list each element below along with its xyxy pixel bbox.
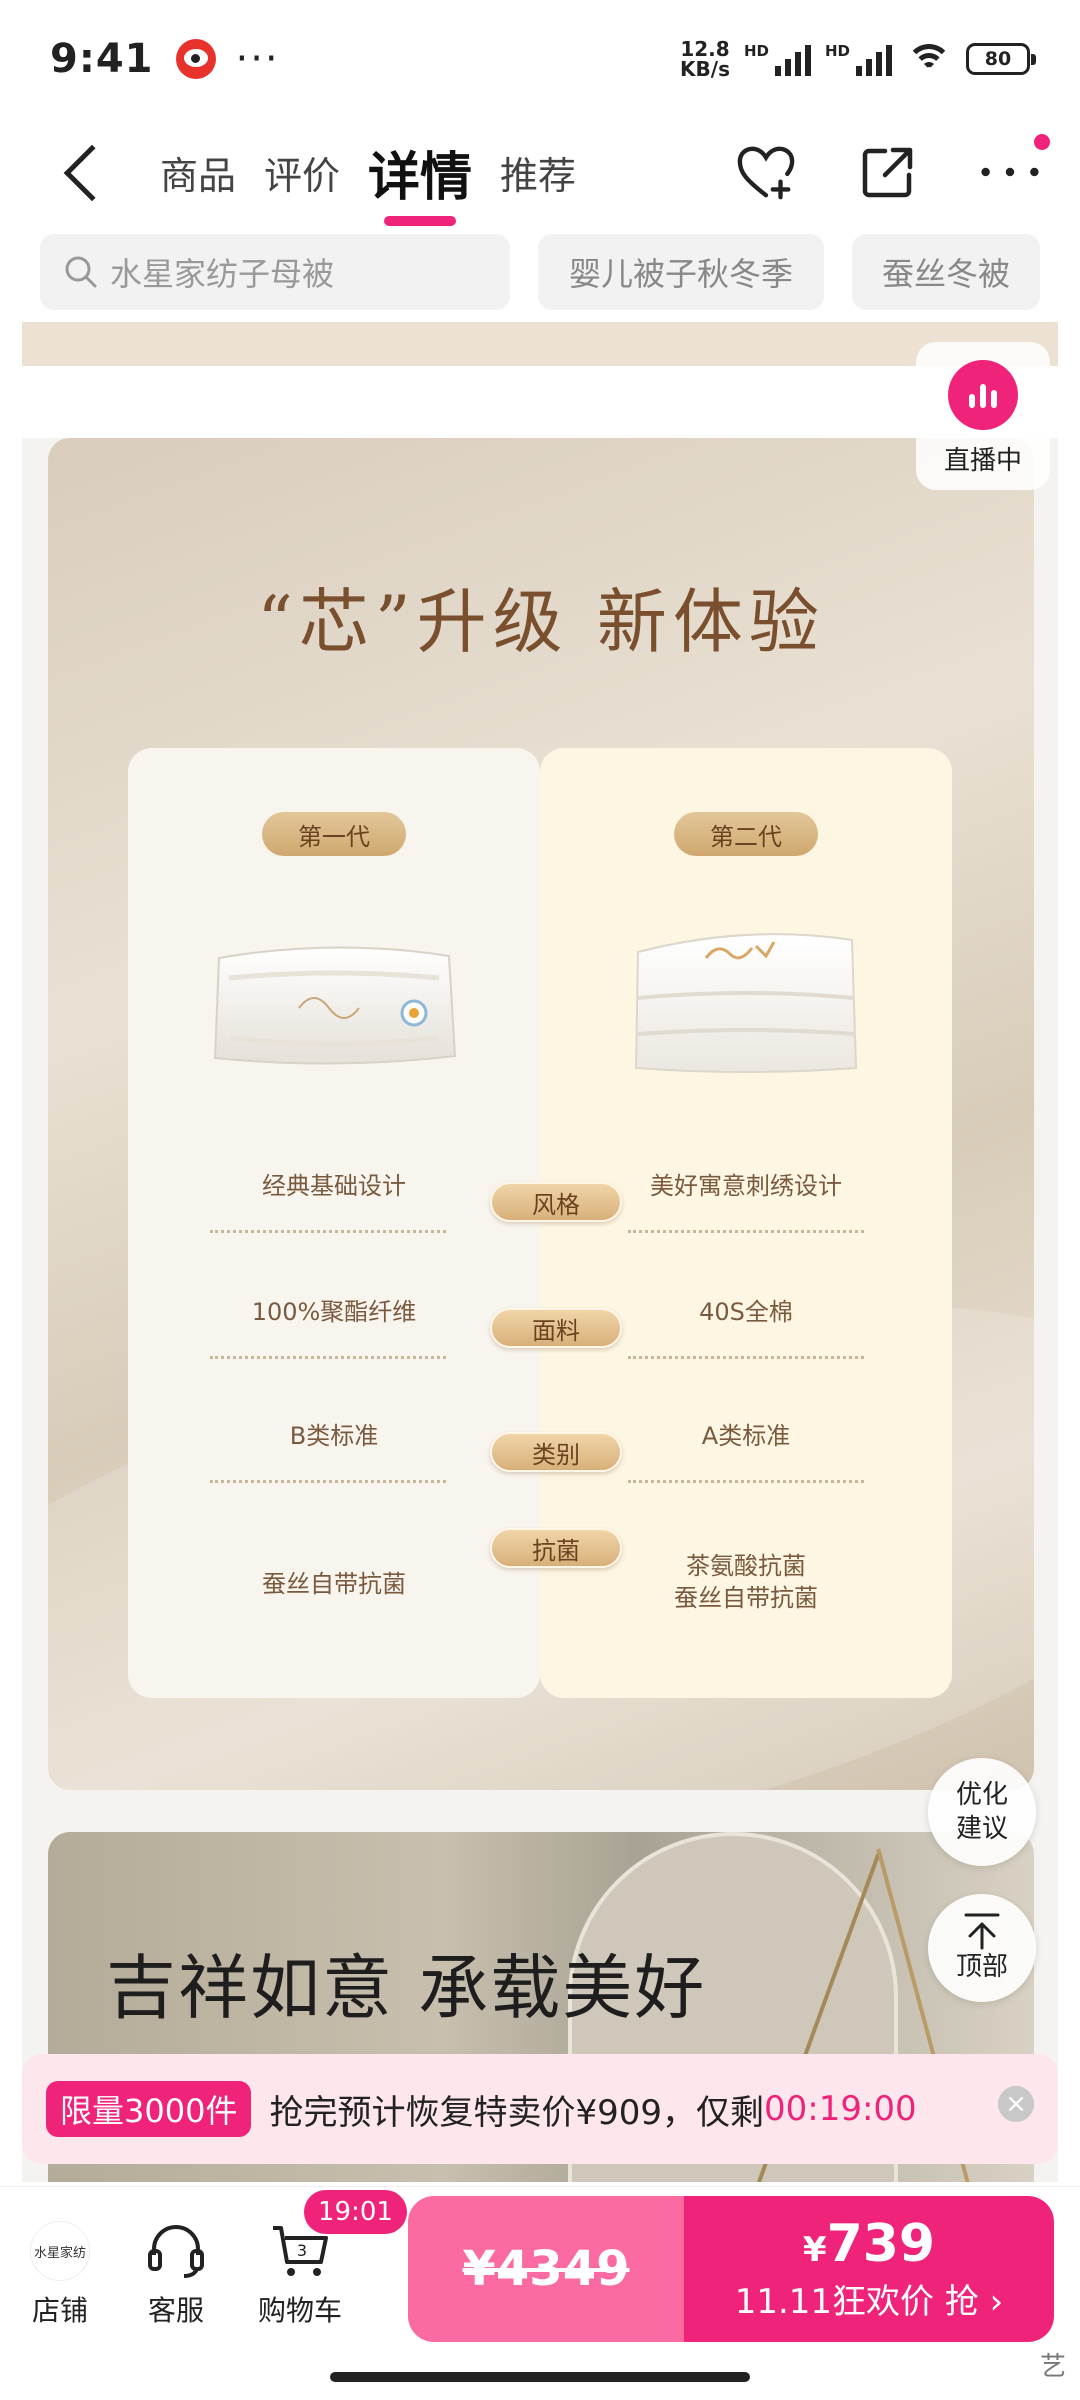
suggest-label-2: 建议 <box>955 1814 1008 1844</box>
arrow-up-icon <box>964 1913 1000 1950</box>
suggest-button[interactable]: 优化 建议 <box>928 1758 1036 1866</box>
top-band <box>22 322 1058 366</box>
price-value: 739 <box>826 2214 936 2274</box>
status-more-dots: ··· <box>235 36 280 82</box>
first-gen-grade: B类标准 <box>289 1422 379 1450</box>
detail-content: “芯”升级 新体验 第一代 经典基础设计 100%聚酯纤维 B类标准 蚕丝自带抗… <box>22 322 1058 2182</box>
customer-service-button[interactable]: 客服 <box>116 2213 236 2329</box>
divider-dotted <box>628 1356 864 1359</box>
tab-details[interactable]: 详情 <box>368 135 472 210</box>
store-logo: 水星家纺 <box>30 2221 90 2281</box>
notification-dot <box>1034 134 1050 150</box>
category-pill-fabric: 面料 <box>490 1308 622 1348</box>
promo-text: 抢完预计恢复特卖价¥909，仅剩 <box>269 2092 764 2133</box>
search-chip-baby-quilt[interactable]: 婴儿被子秋冬季 <box>538 234 824 310</box>
live-button[interactable]: 直播中 <box>916 342 1050 490</box>
auspicious-title: 吉祥如意 承载美好 <box>106 1947 707 2029</box>
more-icon[interactable] <box>980 134 1050 202</box>
share-icon[interactable] <box>858 142 918 202</box>
cart-badge: 19:01 <box>304 2190 407 2234</box>
divider-dotted <box>210 1230 446 1233</box>
cart-label: 购物车 <box>257 2294 342 2327</box>
divider-dotted <box>210 1356 446 1359</box>
network-speed: 12.8 KB/s <box>680 39 730 79</box>
first-gen-column: 第一代 经典基础设计 100%聚酯纤维 B类标准 蚕丝自带抗菌 <box>128 748 540 1698</box>
corner-mark: 艺 <box>1039 2352 1066 2382</box>
buy-now-label: 11.11狂欢价 抢 › <box>735 2280 1004 2324</box>
first-gen-antibacterial: 蚕丝自带抗菌 <box>262 1570 406 1598</box>
chevron-right-icon: › <box>989 2282 1004 2322</box>
status-bar: 9:41 ··· 12.8 KB/s HD HD 80 <box>0 0 1080 118</box>
category-pill-grade: 类别 <box>490 1432 622 1472</box>
first-gen-style: 经典基础设计 <box>262 1172 406 1200</box>
top-label: 顶部 <box>955 1952 1008 1982</box>
sim1-hd-label: HD <box>743 42 769 60</box>
service-label: 客服 <box>147 2294 204 2327</box>
first-gen-badge: 第一代 <box>262 812 406 856</box>
category-pill-style: 风格 <box>490 1182 622 1222</box>
promo-countdown: 00:19:00 <box>763 2089 917 2129</box>
store-button[interactable]: 水星家纺 店铺 <box>0 2213 120 2329</box>
second-gen-antibacterial-2: 蚕丝自带抗菌 <box>674 1584 818 1612</box>
wifi-icon <box>906 42 952 76</box>
search-placeholder: 水星家纺子母被 <box>110 255 335 293</box>
close-icon[interactable]: × <box>998 2086 1034 2122</box>
limited-tag: 限量3000件 <box>46 2081 252 2137</box>
buy-button-group: ¥4349 ¥739 11.11狂欢价 抢 › <box>408 2196 1054 2342</box>
headset-icon <box>148 2225 204 2278</box>
comparison-panel: “芯”升级 新体验 第一代 经典基础设计 100%聚酯纤维 B类标准 蚕丝自带抗… <box>48 438 1034 1790</box>
divider-dotted <box>628 1230 864 1233</box>
home-indicator[interactable] <box>330 2372 750 2382</box>
comparison-headline: “芯”升级 新体验 <box>257 581 825 663</box>
signal-icon-2: HD <box>825 42 892 76</box>
original-price-button[interactable]: ¥4349 <box>408 2196 684 2342</box>
battery-icon: 80 <box>966 43 1036 75</box>
tab-reviews[interactable]: 评价 <box>264 145 340 200</box>
status-time: 9:41 <box>50 36 154 82</box>
buy-cta-text: 11.11狂欢价 抢 <box>734 2282 979 2322</box>
search-chip-silk-quilt[interactable]: 蚕丝冬被 <box>852 234 1040 310</box>
buy-now-button[interactable]: ¥739 11.11狂欢价 抢 › <box>684 2196 1054 2342</box>
white-band <box>22 366 1058 438</box>
store-label: 店铺 <box>31 2294 88 2327</box>
second-gen-quilt-image <box>634 933 858 1073</box>
tab-product[interactable]: 商品 <box>160 145 236 200</box>
search-icon <box>65 256 97 288</box>
back-to-top-button[interactable]: 顶部 <box>928 1894 1036 2002</box>
divider-dotted <box>628 1480 864 1483</box>
sim2-hd-label: HD <box>824 42 850 60</box>
network-speed-value: 12.8 <box>680 37 730 61</box>
search-input[interactable]: 水星家纺子母被 <box>40 234 510 310</box>
first-gen-fabric: 100%聚酯纤维 <box>251 1298 417 1326</box>
tab-recommend[interactable]: 推荐 <box>500 145 576 200</box>
heart-plus-icon[interactable] <box>736 142 796 202</box>
first-gen-quilt-image <box>213 946 457 1065</box>
weibo-icon <box>175 39 216 79</box>
suggest-label-1: 优化 <box>955 1780 1008 1810</box>
sale-price: ¥739 <box>803 2214 935 2280</box>
second-gen-badge: 第二代 <box>674 812 818 856</box>
category-pill-antibacterial: 抗菌 <box>490 1528 622 1568</box>
cart-count: 3 <box>297 2241 307 2260</box>
live-label: 直播中 <box>943 446 1022 476</box>
search-row: 水星家纺子母被 婴儿被子秋冬季 蚕丝冬被 <box>0 234 1080 312</box>
tab-bar: 商品 评价 详情 推荐 <box>160 118 576 226</box>
network-speed-unit: KB/s <box>680 57 730 81</box>
promo-banner[interactable]: 限量3000件 抢完预计恢复特卖价¥909，仅剩 00:19:00 × <box>22 2054 1058 2164</box>
back-icon[interactable] <box>63 144 121 202</box>
divider-dotted <box>210 1480 446 1483</box>
signal-icon: HD <box>744 42 811 76</box>
price-symbol: ¥ <box>802 2230 827 2270</box>
live-icon <box>948 360 1018 430</box>
top-nav: 商品 评价 详情 推荐 <box>0 118 1080 226</box>
